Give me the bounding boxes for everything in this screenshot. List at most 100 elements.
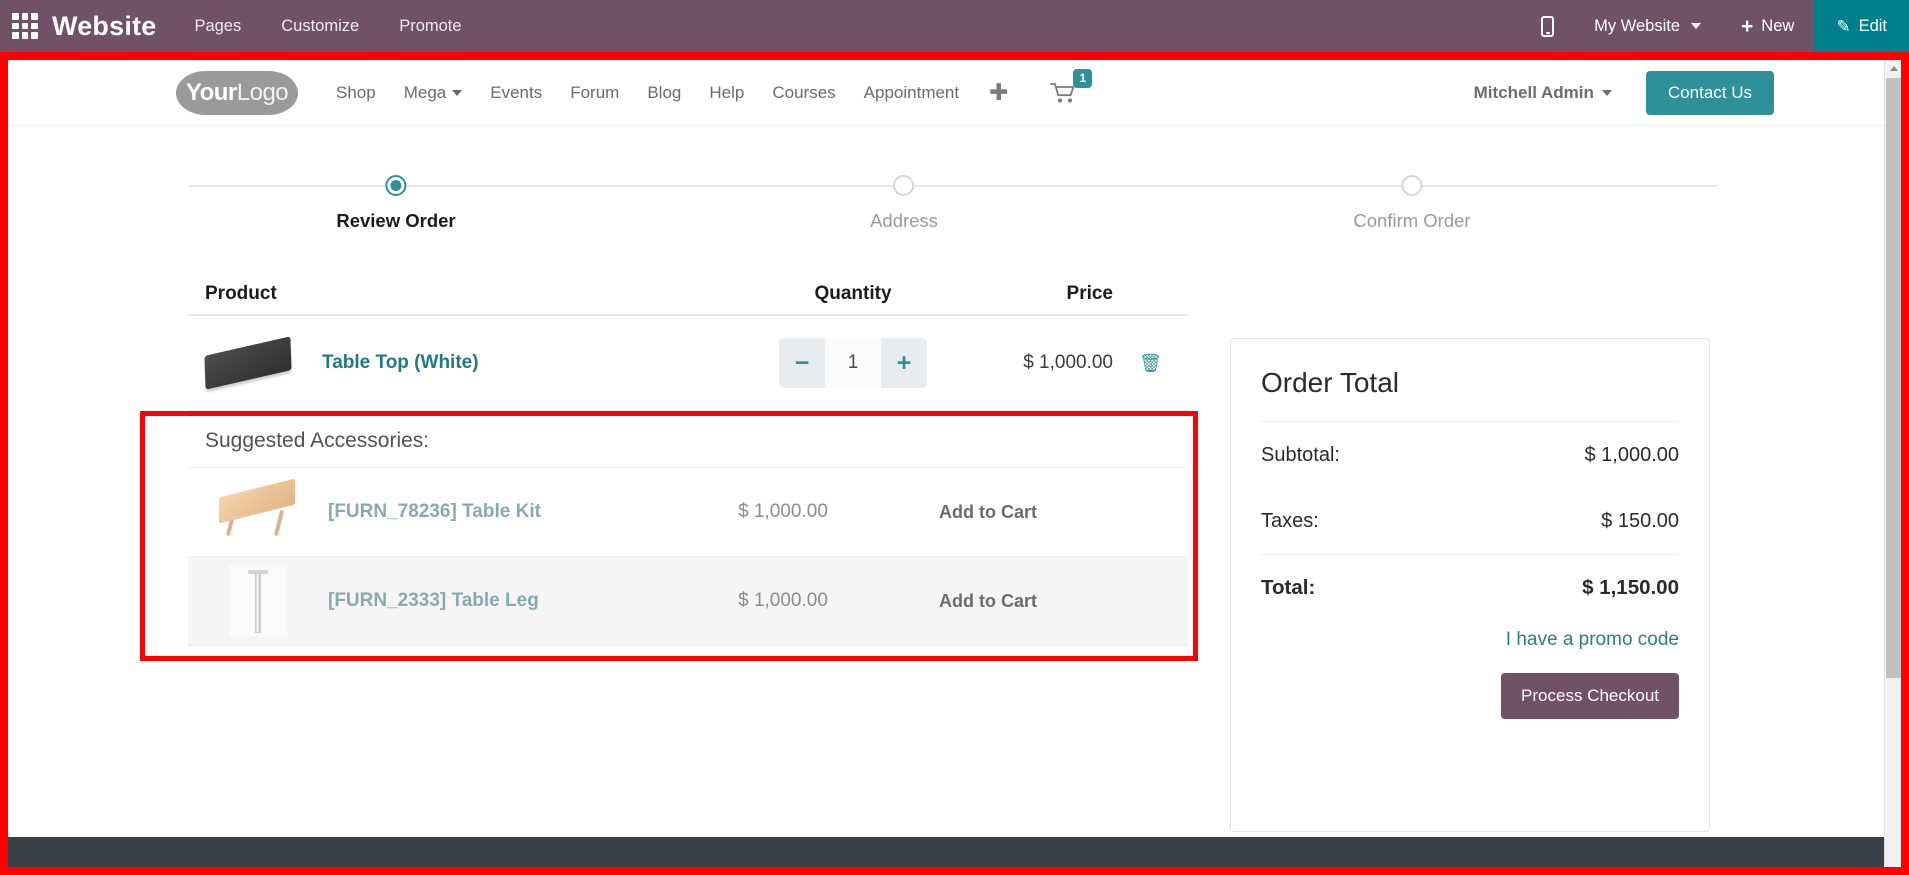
accessory-thumbnail-wrap <box>188 565 328 637</box>
order-subtotal-line: Subtotal: $ 1,000.00 <box>1231 422 1709 488</box>
edit-button[interactable]: ✎ Edit <box>1814 0 1909 52</box>
chevron-down-icon <box>1691 23 1702 29</box>
checkout-stepper: Review Order Address Confirm Order <box>188 171 1718 251</box>
quantity-stepper: − 1 + <box>779 338 927 388</box>
quantity-cell: − 1 + <box>753 338 953 388</box>
order-subtotal-label: Subtotal: <box>1261 443 1340 466</box>
vertical-scrollbar[interactable] <box>1884 60 1901 867</box>
nav-item-appointment[interactable]: Appointment <box>850 83 973 103</box>
website-header: YourLogo Shop Mega Events Forum Blog Hel… <box>8 60 1884 126</box>
site-selector-label: My Website <box>1594 16 1681 35</box>
nav-item-help[interactable]: Help <box>695 83 758 103</box>
list-item: [FURN_78236] Table Kit $ 1,000.00 Add to… <box>188 468 1188 557</box>
nav-label: Mega <box>403 82 447 102</box>
remove-line-button[interactable]: 🗑 <box>1113 353 1188 374</box>
nav-label: Events <box>490 82 543 102</box>
suggested-accessories-title: Suggested Accessories: <box>188 411 1188 468</box>
list-item: [FURN_2333] Table Leg $ 1,000.00 Add to … <box>188 557 1188 646</box>
add-to-cart-button[interactable]: Add to Cart <box>888 591 1088 612</box>
user-menu[interactable]: Mitchell Admin <box>1474 83 1612 103</box>
logo-text-bold: Your <box>185 78 237 106</box>
nav-label: Forum <box>570 82 620 102</box>
order-total-value: $ 1,150.00 <box>1582 576 1679 599</box>
column-header-quantity: Quantity <box>814 283 892 304</box>
stepper-step-address[interactable]: Address <box>870 171 938 232</box>
stepper-label: Confirm Order <box>1353 210 1471 231</box>
site-selector-dropdown[interactable]: My Website <box>1574 0 1721 52</box>
editor-menu-promote[interactable]: Promote <box>399 17 461 36</box>
nav-label: Courses <box>772 82 836 102</box>
site-logo[interactable]: YourLogo <box>176 70 298 115</box>
apps-grid-icon[interactable] <box>12 13 38 39</box>
cart-table-header: Product Quantity Price <box>188 274 1188 316</box>
nav-item-courses[interactable]: Courses <box>758 83 849 103</box>
order-total-line: Total: $ 1,150.00 <box>1231 555 1709 621</box>
nav-label: Blog <box>647 82 682 102</box>
accessory-product-link[interactable]: [FURN_2333] Table Leg <box>328 590 678 612</box>
stepper-step-confirm-order[interactable]: Confirm Order <box>1353 171 1471 232</box>
table-top-thumbnail <box>204 336 292 390</box>
contact-us-button[interactable]: Contact Us <box>1645 70 1774 115</box>
stepper-dot <box>385 175 407 196</box>
order-taxes-value: $ 150.00 <box>1601 509 1679 532</box>
scrollbar-thumb[interactable] <box>1886 78 1901 678</box>
nav-label: Help <box>709 82 745 102</box>
table-leg-thumbnail <box>229 565 287 637</box>
order-subtotal-value: $ 1,000.00 <box>1584 443 1679 466</box>
editor-menu: Pages Customize Promote <box>194 17 461 36</box>
chevron-down-icon <box>452 89 463 96</box>
cart-product-link[interactable]: Table Top (White) <box>322 352 479 374</box>
nav-item-forum[interactable]: Forum <box>556 83 633 103</box>
scroll-up-arrow-icon[interactable] <box>1885 60 1901 77</box>
mobile-preview-icon <box>1541 15 1555 37</box>
trash-icon: 🗑 <box>1139 352 1162 373</box>
promo-code-link[interactable]: I have a promo code <box>1231 621 1709 651</box>
site-navigation: Shop Mega Events Forum Blog Help Courses… <box>322 68 1093 105</box>
site-header-right: Mitchell Admin Contact Us <box>1474 70 1774 115</box>
accessory-product-link[interactable]: [FURN_78236] Table Kit <box>328 501 678 523</box>
stepper-label: Address <box>870 210 938 231</box>
editor-menu-customize[interactable]: Customize <box>281 17 359 36</box>
order-total-label: Total: <box>1261 576 1316 599</box>
quantity-decrease-button[interactable]: − <box>779 338 825 388</box>
quantity-increase-button[interactable]: + <box>881 338 927 388</box>
editor-topbar-right: My Website + New ✎ Edit <box>1521 0 1909 52</box>
table-row: Table Top (White) − 1 + $ 1,000.00 🗑 <box>188 316 1188 411</box>
editor-menu-pages[interactable]: Pages <box>194 17 241 36</box>
order-taxes-label: Taxes: <box>1261 509 1319 532</box>
edit-button-label: Edit <box>1858 16 1887 35</box>
cart-price: $ 1,000.00 <box>1023 352 1113 373</box>
nav-label: Appointment <box>863 82 960 102</box>
order-total-title: Order Total <box>1261 367 1399 398</box>
table-kit-thumbnail <box>215 478 301 540</box>
stepper-step-review-order[interactable]: Review Order <box>336 171 456 232</box>
mobile-preview-button[interactable] <box>1521 0 1574 52</box>
stepper-dot <box>1401 175 1423 196</box>
logo-text-light: Logo <box>236 78 289 106</box>
nav-item-mega[interactable]: Mega <box>390 83 477 103</box>
cart-table: Product Quantity Price Table Top (White) <box>140 274 1198 661</box>
add-page-plus-icon[interactable]: ✚ <box>973 81 1024 104</box>
column-header-product: Product <box>205 283 277 304</box>
site-footer-strip <box>8 837 1884 867</box>
stepper-label: Review Order <box>336 210 456 231</box>
quantity-input[interactable]: 1 <box>825 338 881 388</box>
nav-item-events[interactable]: Events <box>476 83 556 103</box>
new-button[interactable]: + New <box>1721 0 1814 52</box>
new-button-label: New <box>1761 16 1795 35</box>
nav-item-shop[interactable]: Shop <box>322 83 390 103</box>
accessory-price: $ 1,000.00 <box>738 501 828 522</box>
screenshot-highlight-frame: YourLogo Shop Mega Events Forum Blog Hel… <box>0 52 1909 875</box>
plus-icon: + <box>1741 14 1754 38</box>
stepper-dot <box>893 175 915 196</box>
column-header-price: Price <box>1066 283 1113 304</box>
suggested-accessories-section: Suggested Accessories: [FURN_78236] Tabl… <box>140 411 1198 661</box>
cart-button[interactable]: 1 <box>1040 68 1093 105</box>
order-card-process-checkout-button[interactable]: Process Checkout <box>1501 673 1679 719</box>
pencil-icon: ✎ <box>1836 16 1851 36</box>
order-card-action-wrap: Process Checkout <box>1231 651 1709 719</box>
accessory-thumbnail-wrap <box>188 478 328 540</box>
logo-text: YourLogo <box>185 78 289 107</box>
add-to-cart-button[interactable]: Add to Cart <box>888 502 1088 523</box>
nav-item-blog[interactable]: Blog <box>633 83 695 103</box>
